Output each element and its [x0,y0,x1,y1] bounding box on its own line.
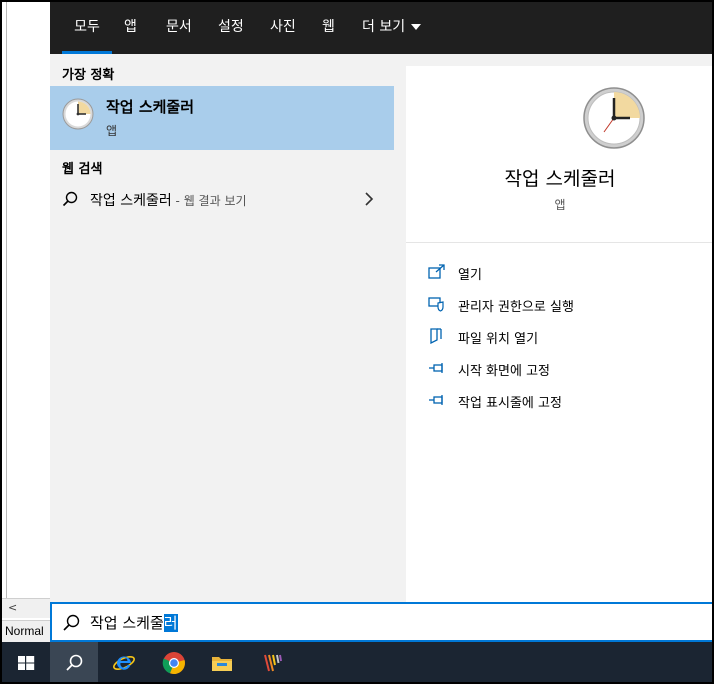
tab-apps[interactable]: 앱 [124,0,137,54]
search-icon [66,654,83,671]
tab-settings-label: 설정 [218,19,244,35]
tab-photos[interactable]: 사진 [270,0,296,54]
action-pin-to-taskbar-label: 작업 표시줄에 고정 [458,396,562,411]
pin-icon [429,363,443,373]
internet-explorer-icon [113,656,135,670]
background-app-window: < Normal [0,0,52,642]
task-scheduler-large-icon [583,87,645,149]
windows-start-icon [18,656,35,670]
tab-photos-label: 사진 [270,19,296,35]
action-open-file-location[interactable]: 파일 위치 열기 [428,326,708,348]
task-scheduler-icon [62,98,94,130]
taskbar-internet-explorer[interactable] [100,642,148,684]
taskbar-app[interactable] [248,642,296,684]
results-list: 가장 정확 작업 스케줄러 앱 웹 검색 작업 스케줄러 - 웹 결과 보기 [50,54,394,602]
caret-down-icon [411,24,422,30]
tab-all-label: 모두 [74,19,100,35]
action-run-as-admin-label: 관리자 권한으로 실행 [458,300,574,315]
best-match-result[interactable]: 작업 스케줄러 앱 [50,86,394,150]
web-search-heading: 웹 검색 [62,162,103,177]
pin-icon [429,395,443,405]
file-location-icon [430,328,442,344]
taskbar-search-button[interactable] [50,642,98,684]
file-explorer-icon [212,657,232,671]
open-icon [428,264,445,279]
web-search-query-text: 작업 스케줄러 [90,193,172,209]
web-search-query: 작업 스케줄러 - 웹 결과 보기 [90,190,247,210]
search-input[interactable]: 작업 스케줄러 [90,612,178,633]
action-pin-to-start-label: 시작 화면에 고정 [458,364,550,379]
tab-more-label: 더 보기 [362,19,406,35]
action-pin-to-start[interactable]: 시작 화면에 고정 [428,358,708,380]
tab-web-label: 웹 [322,19,335,35]
action-open-label: 열기 [458,268,482,283]
preview-app-name: 작업 스케줄러 [504,168,616,190]
tab-all[interactable]: 모두 [62,0,112,54]
search-icon [63,614,80,631]
tab-settings[interactable]: 설정 [218,0,244,54]
tab-documents-label: 문서 [166,19,192,35]
tab-apps-label: 앱 [124,19,137,35]
start-search-panel: 모두 앱 문서 설정 사진 웹 더 보기 가장 정확 작업 스케줄러 앱 웹 검… [50,0,714,642]
web-search-result[interactable]: 작업 스케줄러 - 웹 결과 보기 [50,186,394,214]
action-run-as-admin[interactable]: 관리자 권한으로 실행 [428,294,708,316]
action-open[interactable]: 열기 [428,262,708,284]
app-preview: 작업 스케줄러 앱 [406,66,714,242]
taskbar-chrome[interactable] [150,642,198,684]
search-icon [62,191,78,207]
start-button[interactable] [2,642,50,684]
app-icon [264,654,282,672]
web-search-suffix: - 웹 결과 보기 [171,194,247,208]
taskbar-file-explorer[interactable] [198,642,246,684]
preview-pane: 작업 스케줄러 앱 열기 관리자 권한으로 실행 파일 위치 열기 시작 화면에… [406,66,714,602]
tab-web[interactable]: 웹 [322,0,335,54]
best-match-subtitle: 앱 [106,124,118,138]
search-typed-text: 작업 스케줄 [90,614,164,632]
best-match-heading: 가장 정확 [62,68,115,83]
chrome-icon [162,652,185,675]
status-text: Normal [5,624,44,638]
action-open-file-location-label: 파일 위치 열기 [458,332,539,347]
search-box[interactable]: 작업 스케줄러 [50,602,714,642]
preview-divider [406,242,714,243]
horizontal-scrollbar[interactable]: < [2,598,50,618]
background-app-border [6,2,7,598]
taskbar [0,642,714,684]
shield-icon [428,297,444,312]
action-pin-to-taskbar[interactable]: 작업 표시줄에 고정 [428,390,708,412]
search-selected-text: 러 [163,614,178,632]
search-tab-bar: 모두 앱 문서 설정 사진 웹 더 보기 [50,0,714,54]
preview-app-kind: 앱 [554,198,566,212]
scroll-left-arrow-icon[interactable]: < [8,601,17,614]
tab-more[interactable]: 더 보기 [362,0,422,54]
tab-documents[interactable]: 문서 [166,0,192,54]
best-match-title: 작업 스케줄러 [106,98,195,116]
status-bar: Normal [2,620,50,642]
